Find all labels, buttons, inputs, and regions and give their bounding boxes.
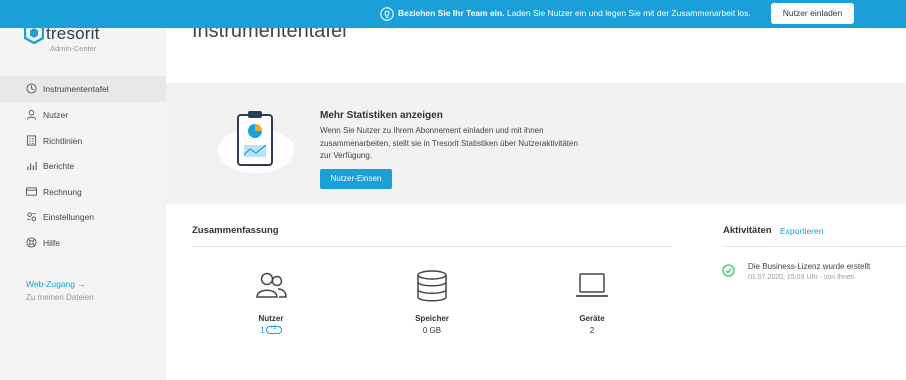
invite-users-button[interactable]: Nutzer-Einsen	[320, 169, 392, 189]
banner-message-text: Laden Sie Nutzer ein und legen Sie mit d…	[504, 8, 751, 18]
stat-devices: Geräte 2	[552, 270, 632, 335]
activity-heading: Aktivitäten	[723, 225, 772, 236]
stat-label: Nutzer	[258, 314, 284, 323]
invite-users-banner-button[interactable]: Nutzer einladen	[771, 3, 854, 24]
bar-chart-icon	[27, 161, 37, 171]
stat-users: Nutzer 1	[231, 270, 311, 335]
stat-value: 2	[589, 326, 595, 335]
promo-description: Wenn Sie Nutzer zu Ihrem Abonnement einl…	[320, 126, 578, 160]
web-access-link[interactable]: Web-Zugang →	[26, 279, 86, 289]
activity-item-meta: 01.07.2020, 15:03 Uhr · von Ihnen	[748, 274, 855, 281]
brand-subtitle: Admin-Center	[50, 44, 97, 53]
policy-icon	[26, 135, 37, 146]
invite-team-banner: Beziehen Sie Ihr Team ein. Laden Sie Nut…	[0, 0, 906, 28]
sidebar-item-label: Instrumententafel	[43, 84, 109, 94]
stat-value: 0 GB	[422, 326, 442, 335]
stat-value[interactable]: 1	[231, 325, 311, 335]
banner-message: Beziehen Sie Ihr Team ein. Laden Sie Nut…	[398, 8, 751, 18]
users-icon	[256, 272, 287, 298]
user-icon	[26, 109, 37, 120]
activity-item-title: Die Business-Lizenz wurde erstellt	[748, 262, 871, 271]
sidebar-item-label: Richtlinien	[43, 136, 83, 146]
stats-promo-panel: Mehr Statistiken anzeigen Wenn Sie Nutze…	[166, 83, 906, 204]
export-link[interactable]: Exportieren	[780, 226, 823, 236]
clipboard-chart-illustration	[218, 111, 294, 173]
sidebar-item-label: Berichte	[43, 161, 75, 171]
divider	[723, 246, 906, 247]
check-circle-icon	[722, 264, 735, 277]
sidebar-item-rechnung[interactable]: Rechnung	[0, 179, 166, 205]
sidebar-item-label: Hilfe	[43, 238, 61, 248]
web-access-subtitle: Zu meinen Dateien	[26, 293, 94, 302]
sidebar-item-berichte[interactable]: Berichte	[0, 153, 166, 179]
stat-storage: Speicher 0 GB	[392, 270, 472, 335]
dashboard-icon	[26, 83, 37, 94]
stat-label: Speicher	[415, 314, 449, 323]
add-user-pill-icon[interactable]	[265, 325, 282, 334]
credit-card-icon	[26, 187, 37, 196]
banner-message-strong: Beziehen Sie Ihr Team ein.	[398, 8, 505, 18]
users-count: 1	[260, 326, 265, 335]
sidebar-item-richtlinien[interactable]: Richtlinien	[0, 128, 166, 154]
sidebar-item-label: Einstellungen	[43, 212, 95, 222]
help-icon	[26, 237, 37, 248]
sidebar: tresorit Admin-Center Instrumententafel …	[0, 0, 166, 380]
sidebar-item-instrumententafel[interactable]: Instrumententafel	[0, 76, 166, 102]
sidebar-item-nutzer[interactable]: Nutzer	[0, 102, 166, 128]
promo-title: Mehr Statistiken anzeigen	[320, 110, 443, 121]
database-icon	[417, 270, 447, 302]
lightbulb-icon	[380, 7, 394, 21]
laptop-icon	[576, 273, 608, 297]
stat-label: Geräte	[579, 314, 605, 323]
sidebar-item-einstellungen[interactable]: Einstellungen	[0, 204, 166, 230]
divider	[192, 246, 672, 247]
sidebar-item-label: Nutzer	[43, 110, 69, 120]
sidebar-item-label: Rechnung	[43, 187, 82, 197]
settings-icon	[26, 212, 37, 222]
sidebar-item-hilfe[interactable]: Hilfe	[0, 230, 166, 256]
summary-heading: Zusammenfassung	[192, 225, 279, 236]
